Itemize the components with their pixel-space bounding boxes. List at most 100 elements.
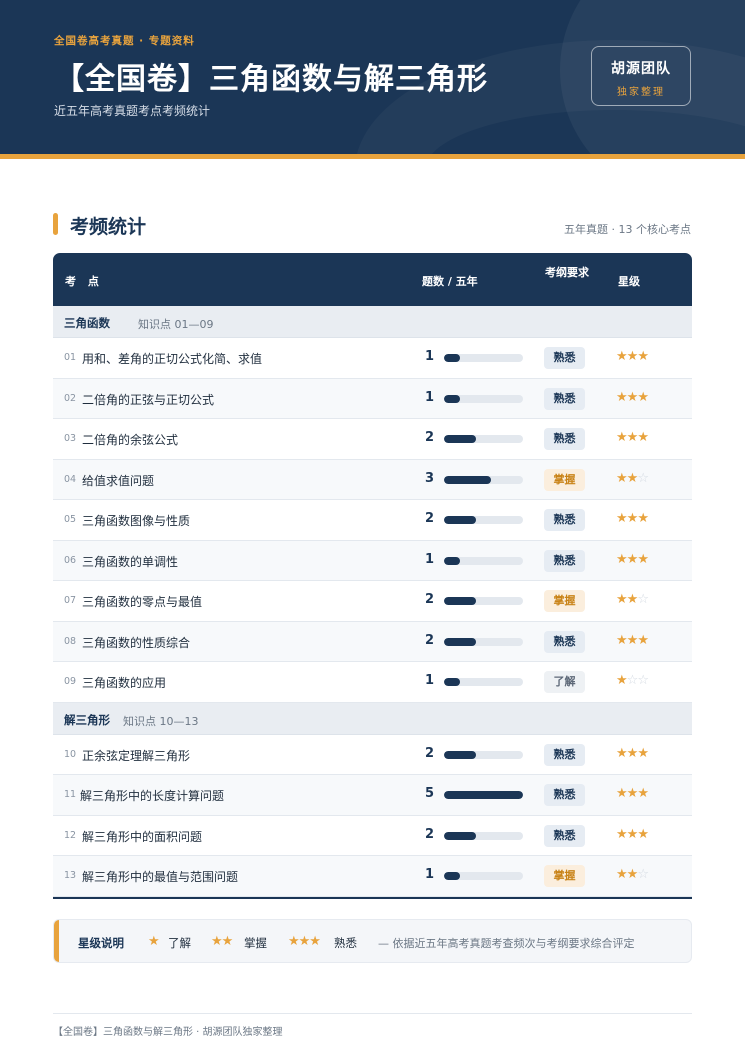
- row-count-bar-fill: [444, 750, 476, 759]
- row-count-bar-fill: [444, 435, 476, 443]
- table-row: 02 二倍角的正弦与正切公式 1 熟悉 ★★★: [53, 378, 692, 419]
- row-number: 04: [64, 473, 77, 485]
- star-filled-icon: ★: [626, 470, 639, 486]
- legend-title: 星级说明: [78, 936, 124, 950]
- star-filled-icon: ★: [626, 745, 639, 761]
- group-range: 知识点 01—09: [138, 318, 214, 331]
- row-requirement-badge: 熟悉: [544, 428, 585, 450]
- footer-divider: [53, 1013, 692, 1014]
- group-name: 解三角形: [64, 712, 110, 727]
- section-marker: [53, 213, 58, 235]
- legend-accent-bar: [54, 920, 59, 962]
- table-row: 06 三角函数的单调性 1 熟悉 ★★★: [53, 540, 692, 581]
- row-count-bar: [444, 831, 523, 840]
- row-count: 1: [425, 349, 435, 364]
- frequency-table: 考 点 题数 / 五年 考纲要求 星级 三角函数 知识点 01—09 01 用和、差角…: [53, 253, 692, 899]
- row-count: 1: [425, 673, 435, 688]
- row-number: 01: [64, 352, 77, 363]
- row-topic: 解三角形中的面积问题: [82, 829, 203, 844]
- star-filled-icon: ★: [616, 592, 628, 607]
- legend-label-1: 了解: [168, 936, 191, 950]
- row-count: 1: [425, 867, 435, 882]
- star-filled-icon: ★: [626, 349, 639, 364]
- row-topic: 二倍角的正弦与正切公式: [82, 392, 215, 407]
- row-number: 12: [64, 829, 77, 841]
- row-count-bar-fill: [444, 791, 523, 799]
- row-count-bar: [444, 637, 523, 646]
- legend-star-icon-2: ★★: [211, 934, 233, 949]
- star-filled-icon: ★: [626, 430, 639, 445]
- row-number: 05: [64, 514, 77, 525]
- col-header-topic: 考 点: [65, 275, 103, 288]
- star-filled-icon: ★: [616, 673, 628, 688]
- star-filled-icon: ★: [637, 430, 649, 445]
- row-star-rating: ★☆☆: [616, 673, 649, 688]
- star-filled-icon: ★: [637, 551, 649, 567]
- row-count-bar-fill: [444, 597, 476, 605]
- team-badge: 胡源团队 独家整理: [591, 46, 691, 106]
- star-filled-icon: ★: [626, 592, 639, 607]
- row-count: 2: [425, 745, 435, 761]
- row-count-bar: [444, 354, 523, 362]
- star-filled-icon: ★: [616, 511, 628, 526]
- table-row: 07 三角函数的零点与最值 2 掌握 ★★☆: [53, 581, 692, 622]
- legend-label-2: 掌握: [244, 936, 267, 950]
- row-star-rating: ★★★: [616, 511, 649, 526]
- table-row: 09 三角函数的应用 1 了解 ★☆☆: [53, 662, 692, 703]
- table-bottom-rule: [53, 896, 692, 899]
- row-count: 1: [425, 551, 435, 567]
- row-star-rating: ★★★: [616, 745, 649, 761]
- star-filled-icon: ★: [637, 349, 649, 364]
- table-body: 三角函数 知识点 01—09 01 用和、差角的正切公式化简、求值 1 熟悉 ★★★ 02 二倍…: [53, 306, 692, 897]
- table-group-header: 解三角形 知识点 10—13: [53, 702, 692, 735]
- row-star-rating: ★★☆: [616, 470, 649, 486]
- row-requirement-badge: 掌握: [544, 590, 585, 612]
- row-star-rating: ★★★: [616, 827, 649, 842]
- star-filled-icon: ★: [616, 551, 628, 567]
- row-topic: 解三角形中的最值与范围问题: [82, 870, 239, 884]
- table-row: 01 用和、差角的正切公式化简、求值 1 熟悉 ★★★: [53, 338, 692, 379]
- row-count: 2: [425, 430, 435, 445]
- row-topic: 正余弦定理解三角形: [82, 748, 191, 763]
- table-row: 05 三角函数图像与性质 2 熟悉 ★★★: [53, 500, 692, 541]
- row-count: 1: [425, 389, 435, 405]
- star-filled-icon: ★: [616, 632, 628, 648]
- row-topic: 三角函数的应用: [82, 676, 167, 690]
- row-count: 2: [425, 632, 435, 648]
- row-topic: 三角函数的性质综合: [82, 635, 191, 650]
- group-name: 三角函数: [64, 316, 110, 330]
- legend-note: — 依据近五年高考真题考查频次与考纲要求综合评定: [378, 937, 635, 950]
- row-requirement-badge: 熟悉: [544, 509, 585, 531]
- row-topic: 用和、差角的正切公式化简、求值: [82, 352, 263, 366]
- row-count-bar: [444, 516, 523, 524]
- row-count-bar: [444, 872, 523, 880]
- row-star-rating: ★★☆: [616, 592, 649, 607]
- row-count: 2: [425, 511, 435, 526]
- row-count-bar-fill: [444, 394, 460, 403]
- row-count-bar-fill: [444, 475, 492, 484]
- row-requirement-badge: 掌握: [544, 468, 585, 491]
- row-count-bar-fill: [444, 556, 460, 565]
- table-group-header: 三角函数 知识点 01—09: [53, 306, 692, 338]
- row-count-bar: [444, 678, 523, 686]
- row-star-rating: ★★★: [616, 389, 649, 405]
- row-star-rating: ★★★: [616, 349, 649, 364]
- row-requirement-badge: 熟悉: [544, 347, 585, 369]
- star-filled-icon: ★: [616, 786, 628, 801]
- row-count-bar-fill: [444, 831, 476, 840]
- row-count-bar-fill: [444, 354, 460, 362]
- row-star-rating: ★★★: [616, 786, 649, 801]
- star-filled-icon: ★: [616, 867, 628, 882]
- star-empty-icon: ☆: [637, 470, 649, 486]
- star-filled-icon: ★: [616, 389, 628, 405]
- table-row: 12 解三角形中的面积问题 2 熟悉 ★★★: [53, 816, 692, 856]
- section-title: 考频统计: [70, 216, 147, 238]
- star-filled-icon: ★: [616, 470, 628, 486]
- row-topic: 二倍角的余弦公式: [82, 433, 179, 447]
- row-requirement-badge: 熟悉: [544, 387, 585, 410]
- star-empty-icon: ☆: [637, 867, 649, 882]
- row-requirement-badge: 熟悉: [544, 549, 585, 572]
- star-filled-icon: ★: [637, 632, 649, 648]
- page-footer: 【全国卷】三角函数与解三角形 · 胡源团队独家整理: [53, 1027, 283, 1038]
- header-kicker: 全国卷高考真题 · 专题资料: [54, 35, 195, 47]
